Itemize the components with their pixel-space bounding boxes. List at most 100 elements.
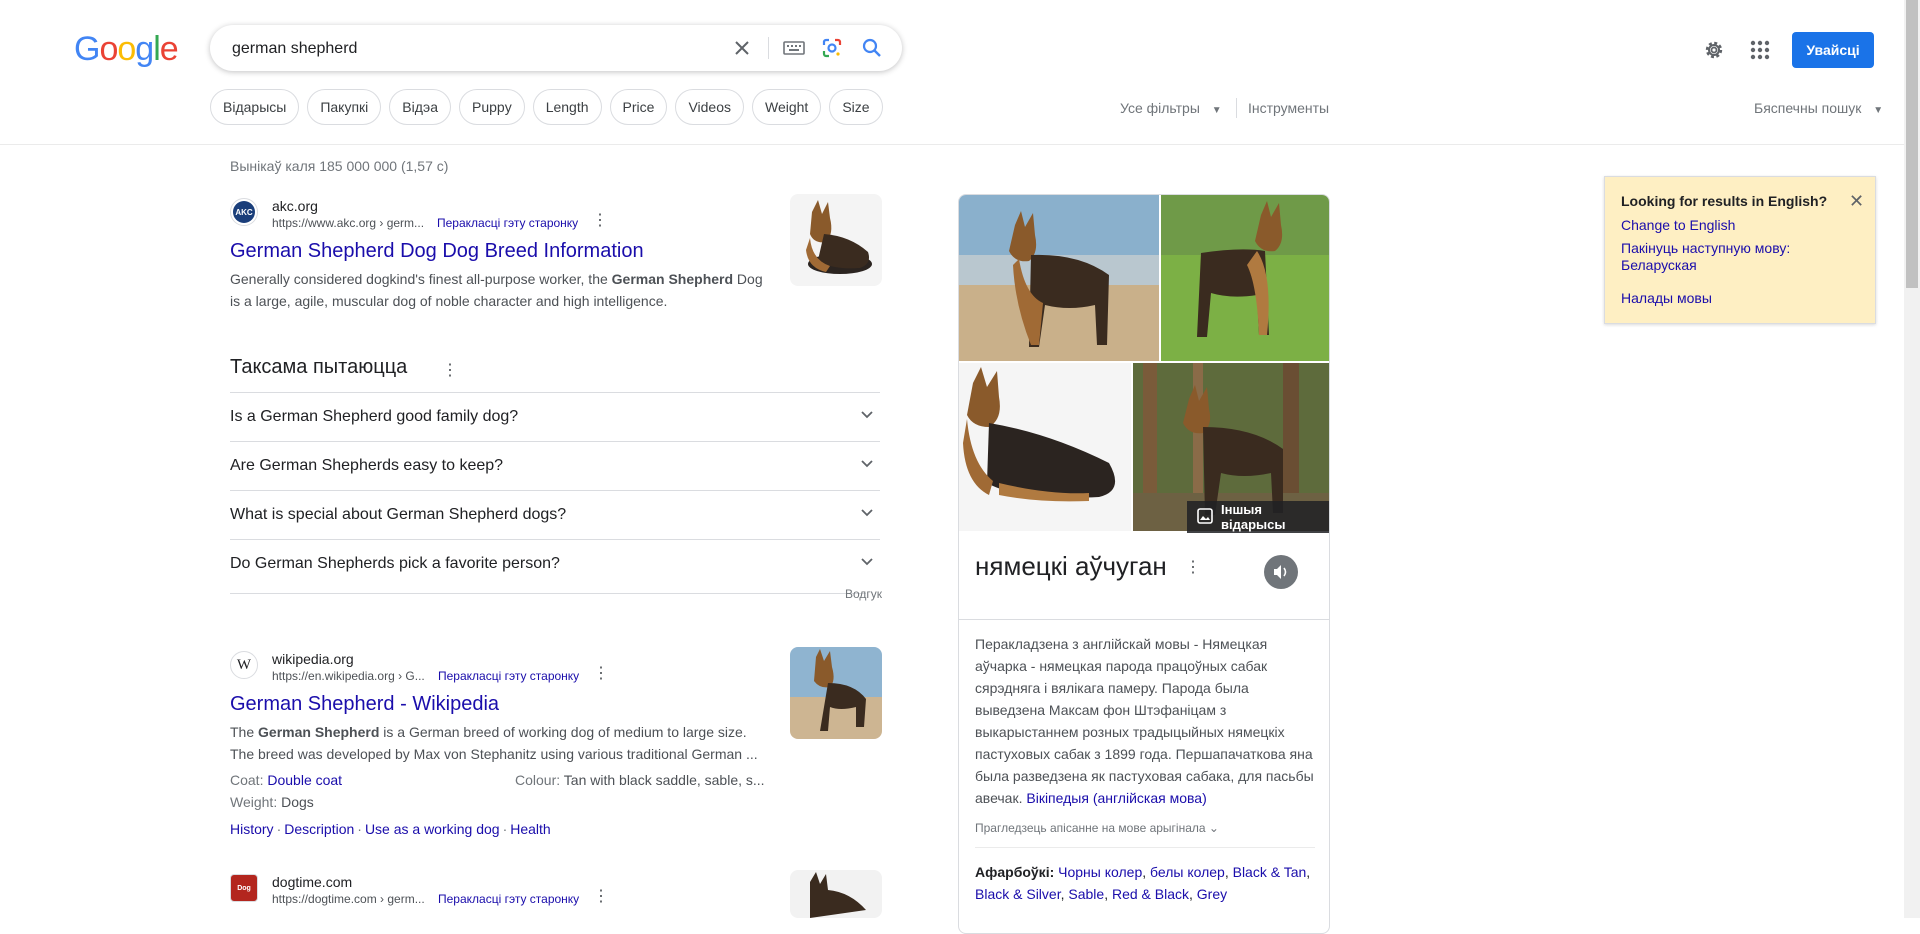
site-name[interactable]: wikipedia.org (272, 651, 354, 667)
result-title-link[interactable]: German Shepherd Dog Dog Breed Informatio… (230, 240, 644, 263)
search-input[interactable] (230, 25, 714, 73)
kp-title: нямецкі аўчуган (975, 551, 1167, 581)
result-thumbnail[interactable] (790, 194, 882, 286)
change-to-english-link[interactable]: Change to English (1621, 217, 1861, 234)
paa-question[interactable]: Is a German Shepherd good family dog? (230, 392, 880, 441)
wikipedia-favicon-icon[interactable]: W (230, 651, 258, 679)
result-weight-attribute: Weight: Dogs (230, 791, 770, 813)
more-images-button[interactable]: Іншыя відарысы (1187, 501, 1329, 533)
site-name[interactable]: akc.org (272, 198, 318, 214)
search-icon[interactable] (860, 36, 884, 60)
keep-language-link[interactable]: Пакінуць наступную мову: Беларуская (1621, 240, 1861, 274)
color-link[interactable]: Red & Black (1112, 886, 1189, 902)
filter-chip[interactable]: Puppy (459, 89, 525, 125)
paa-question-text: Are German Shepherds easy to keep? (230, 457, 504, 474)
more-options-icon[interactable]: ⋮ (442, 360, 458, 380)
sign-in-button[interactable]: Увайсці (1792, 32, 1874, 68)
paa-question-text: Do German Shepherds pick a favorite pers… (230, 555, 560, 572)
paa-question-text: What is special about German Shepherd do… (230, 506, 567, 523)
kp-divider (975, 847, 1315, 848)
more-options-icon[interactable]: ⋮ (1185, 557, 1201, 577)
result-attributes: Coat: Double coat Colour: Tan with black… (230, 769, 770, 791)
filter-chip[interactable]: Відэа (389, 89, 451, 125)
sitelink-history[interactable]: History (230, 821, 274, 837)
coat-label: Coat: (230, 772, 264, 788)
translate-page-link[interactable]: Перакласці гэту старонку (438, 669, 579, 683)
result-thumbnail[interactable] (790, 647, 882, 739)
color-link[interactable]: Black & Tan (1233, 864, 1307, 880)
wikipedia-source-link[interactable]: Вікіпедыя (англійская мова) (1026, 790, 1206, 806)
more-options-icon[interactable]: ⋮ (593, 889, 609, 905)
search-result: Dog dogtime.com https://dogtime.com › ge… (230, 870, 882, 918)
paa-question[interactable]: What is special about German Shepherd do… (230, 490, 880, 539)
filter-chip[interactable]: Price (609, 89, 668, 125)
weight-value: Dogs (281, 794, 314, 810)
chevron-down-icon (860, 457, 874, 476)
kp-image-2[interactable] (1161, 195, 1329, 361)
color-link[interactable]: белы колер (1150, 864, 1225, 880)
tools-button[interactable]: Інструменты (1248, 100, 1329, 116)
result-title-link[interactable]: German Shepherd - Wikipedia (230, 693, 499, 716)
filters-divider (1236, 98, 1237, 118)
logo-letter: g (135, 30, 154, 68)
logo-letter: o (99, 30, 118, 68)
feedback-link[interactable]: Водгук (845, 587, 882, 601)
language-settings-link[interactable]: Налады мовы (1621, 290, 1861, 307)
akc-favicon-icon[interactable]: AKC (230, 198, 258, 226)
knowledge-panel: Іншыя відарысы нямецкі аўчуган ⋮ Перакла… (958, 194, 1330, 934)
show-original-description-toggle[interactable]: Прагледзець апісанне на мове арыгінала ⌄ (975, 821, 1219, 835)
google-lens-icon[interactable] (820, 36, 844, 60)
filter-chip[interactable]: Size (829, 89, 883, 125)
all-filters-label: Усе фільтры (1120, 100, 1200, 116)
filter-chip[interactable]: Відарысы (210, 89, 300, 125)
site-url[interactable]: https://en.wikipedia.org › G... (272, 669, 425, 683)
chevron-down-icon: ⌄ (1208, 821, 1219, 835)
chevron-down-icon (860, 506, 874, 525)
filter-chip[interactable]: Пакупкі (307, 89, 382, 125)
translate-page-link[interactable]: Перакласці гэту старонку (437, 216, 578, 230)
more-options-icon[interactable]: ⋮ (593, 666, 609, 682)
sitelink-working-dog[interactable]: Use as a working dog (365, 821, 500, 837)
color-link[interactable]: Sable (1068, 886, 1104, 902)
site-url[interactable]: https://www.akc.org › germ... (272, 216, 424, 230)
kp-image-1[interactable] (959, 195, 1159, 361)
coat-value-link[interactable]: Double coat (267, 772, 342, 788)
translate-page-link[interactable]: Перакласці гэту старонку (438, 892, 579, 906)
color-link[interactable]: Grey (1197, 886, 1227, 902)
more-options-icon[interactable]: ⋮ (592, 213, 608, 229)
search-result: AKC akc.org https://www.akc.org › germ..… (230, 194, 882, 309)
clear-icon[interactable] (730, 36, 754, 60)
google-apps-icon[interactable] (1748, 38, 1772, 67)
filter-chip[interactable]: Videos (675, 89, 744, 125)
image-icon (1197, 507, 1213, 527)
color-link[interactable]: Чорны колер (1058, 864, 1142, 880)
close-icon[interactable]: ✕ (1849, 191, 1864, 212)
people-also-ask-title: Таксама пытаюцца (230, 356, 408, 378)
filter-chip[interactable]: Weight (752, 89, 822, 125)
settings-icon[interactable] (1702, 38, 1726, 67)
paa-question[interactable]: Are German Shepherds easy to keep? (230, 441, 880, 490)
keyboard-icon[interactable] (782, 36, 806, 60)
kp-image-3[interactable] (959, 363, 1131, 531)
dogtime-favicon-icon[interactable]: Dog (230, 874, 258, 902)
filter-chip[interactable]: Length (532, 89, 602, 125)
safesearch-dropdown[interactable]: Бяспечны пошук ▼ (1754, 100, 1883, 116)
sitelink-health[interactable]: Health (510, 821, 550, 837)
caret-down-icon: ▼ (1873, 105, 1884, 116)
paa-question[interactable]: Do German Shepherds pick a favorite pers… (230, 539, 880, 588)
site-name[interactable]: dogtime.com (272, 874, 352, 890)
site-url[interactable]: https://dogtime.com › germ... (272, 892, 425, 906)
sitelink-description[interactable]: Description (284, 821, 354, 837)
safesearch-label: Бяспечны пошук (1754, 100, 1862, 116)
all-filters-dropdown[interactable]: Усе фільтры ▼ (1120, 100, 1222, 116)
search-result: W wikipedia.org https://en.wikipedia.org… (230, 647, 882, 837)
kp-divider (959, 619, 1329, 620)
color-link[interactable]: Black & Silver (975, 886, 1061, 902)
logo-letter: e (159, 30, 179, 68)
colour-attribute: Colour: Tan with black saddle, sable, s.… (515, 769, 765, 791)
chevron-down-icon (860, 408, 874, 427)
result-thumbnail[interactable] (790, 870, 882, 918)
scrollbar-thumb[interactable] (1906, 0, 1918, 288)
speaker-icon[interactable] (1264, 555, 1298, 589)
google-logo[interactable]: Google (74, 30, 179, 69)
